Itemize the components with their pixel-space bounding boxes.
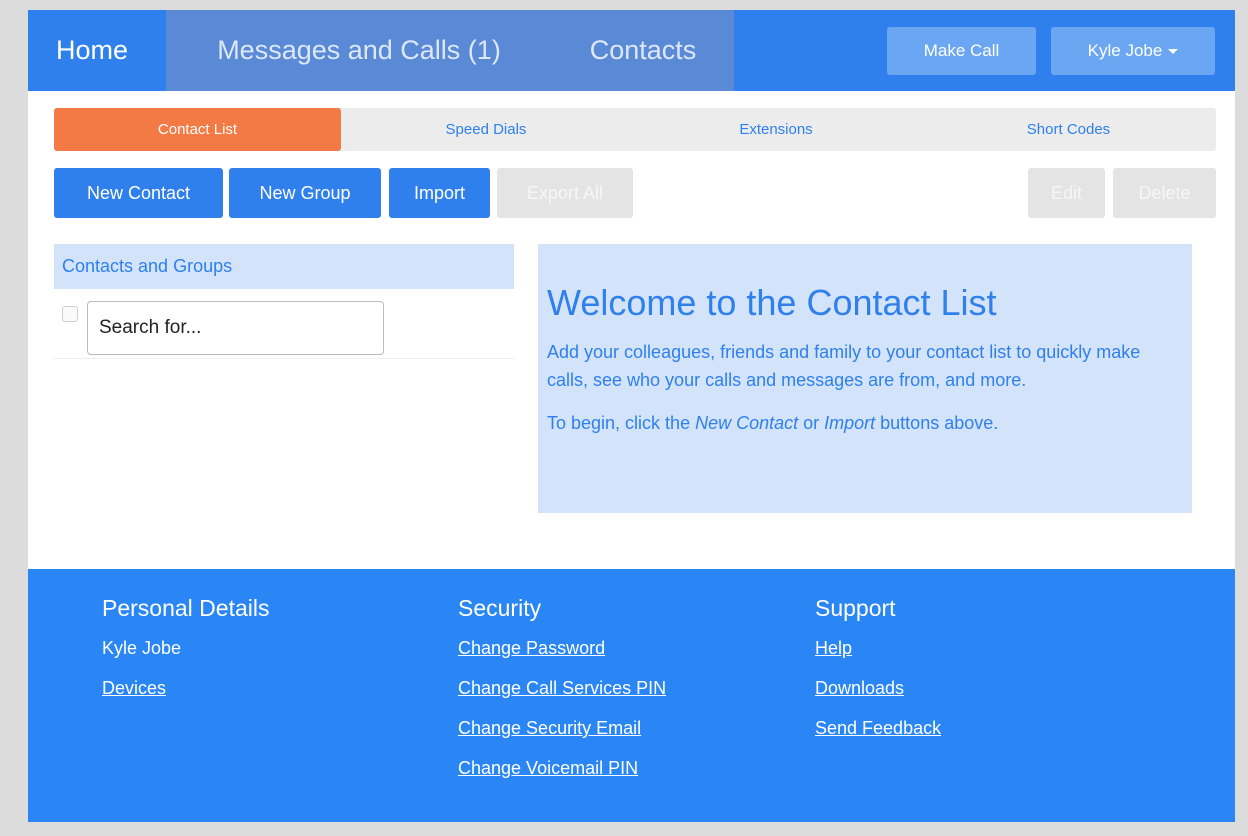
footer-personal-details: Personal Details Kyle Jobe Devices bbox=[102, 595, 269, 716]
select-all-checkbox[interactable] bbox=[62, 306, 78, 322]
instruction-new-contact: New Contact bbox=[695, 413, 799, 433]
footer-heading-support: Support bbox=[815, 595, 896, 621]
footer: Personal Details Kyle Jobe Devices Secur… bbox=[28, 569, 1235, 822]
welcome-instruction: To begin, click the New Contact or Impor… bbox=[547, 409, 1180, 437]
page: Home Messages and Calls (1) Contacts Mak… bbox=[28, 10, 1235, 822]
edit-button[interactable]: Edit bbox=[1028, 168, 1105, 218]
import-button[interactable]: Import bbox=[389, 168, 490, 218]
welcome-box: Welcome to the Contact List Add your col… bbox=[538, 244, 1192, 513]
make-call-button[interactable]: Make Call bbox=[887, 27, 1036, 75]
link-send-feedback[interactable]: Send Feedback bbox=[815, 718, 941, 738]
footer-user-name: Kyle Jobe bbox=[102, 638, 182, 658]
welcome-title: Welcome to the Contact List bbox=[547, 282, 997, 323]
tab-short-codes[interactable]: Short Codes bbox=[921, 108, 1216, 151]
link-change-voicemail-pin[interactable]: Change Voicemail PIN bbox=[458, 758, 638, 778]
instruction-import: Import bbox=[824, 413, 876, 433]
welcome-description: Add your colleagues, friends and family … bbox=[547, 342, 1141, 390]
footer-heading-personal: Personal Details bbox=[102, 595, 270, 621]
tab-contact-list[interactable]: Contact List bbox=[54, 108, 341, 151]
link-downloads[interactable]: Downloads bbox=[815, 678, 904, 698]
user-name-label: Kyle Jobe bbox=[1087, 41, 1163, 60]
contacts-tabs: Contact List Speed Dials Extensions Shor… bbox=[54, 108, 1216, 151]
link-change-security-email[interactable]: Change Security Email bbox=[458, 718, 641, 738]
instruction-text: or bbox=[798, 413, 825, 433]
footer-heading-security: Security bbox=[458, 595, 542, 621]
delete-button[interactable]: Delete bbox=[1113, 168, 1216, 218]
nav-messages-and-calls[interactable]: Messages and Calls (1) bbox=[166, 10, 552, 91]
top-navbar: Home Messages and Calls (1) Contacts Mak… bbox=[28, 10, 1235, 91]
caret-down-icon bbox=[1168, 49, 1179, 55]
panel-header: Contacts and Groups bbox=[54, 244, 514, 289]
export-all-button[interactable]: Export All bbox=[497, 168, 633, 218]
footer-security: Security Change Password Change Call Ser… bbox=[458, 595, 666, 796]
nav-home[interactable]: Home bbox=[44, 10, 154, 91]
link-help[interactable]: Help bbox=[815, 638, 852, 658]
instruction-text: To begin, click the bbox=[547, 413, 696, 433]
nav-contacts[interactable]: Contacts bbox=[552, 10, 734, 91]
link-change-call-services-pin[interactable]: Change Call Services PIN bbox=[458, 678, 666, 698]
search-input[interactable] bbox=[87, 301, 384, 355]
contacts-groups-panel: Contacts and Groups bbox=[54, 244, 514, 360]
user-menu-button[interactable]: Kyle Jobe bbox=[1051, 27, 1215, 75]
tab-extensions[interactable]: Extensions bbox=[631, 108, 921, 151]
tab-speed-dials[interactable]: Speed Dials bbox=[341, 108, 631, 151]
divider bbox=[54, 358, 514, 359]
link-change-password[interactable]: Change Password bbox=[458, 638, 605, 658]
new-contact-button[interactable]: New Contact bbox=[54, 168, 223, 218]
link-devices[interactable]: Devices bbox=[102, 678, 166, 698]
new-group-button[interactable]: New Group bbox=[229, 168, 381, 218]
footer-support: Support Help Downloads Send Feedback bbox=[815, 595, 941, 756]
instruction-text: buttons above. bbox=[875, 413, 999, 433]
